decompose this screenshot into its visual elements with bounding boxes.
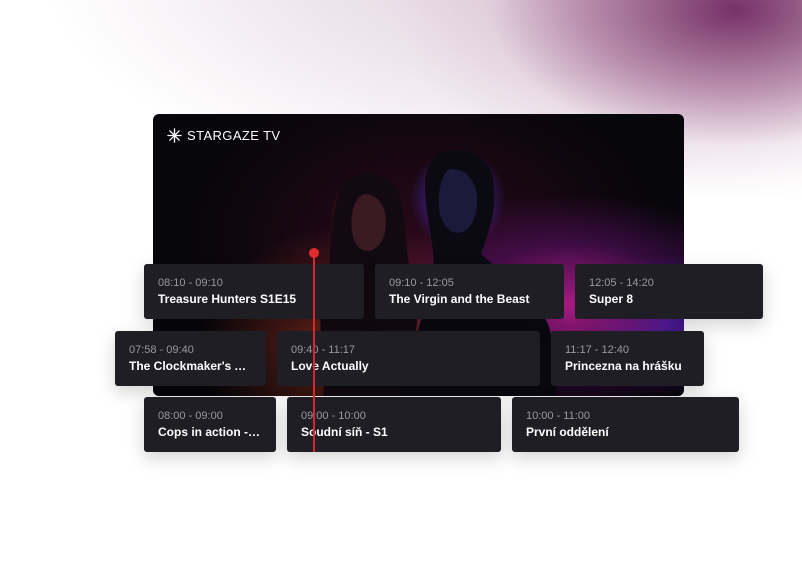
program-card[interactable]: 11:17 - 12:40 Princezna na hrášku bbox=[551, 331, 704, 386]
program-time: 11:17 - 12:40 bbox=[565, 344, 630, 356]
program-title: Cops in action - S1 bbox=[158, 425, 262, 439]
program-title: Love Actually bbox=[291, 359, 369, 373]
program-card[interactable]: 08:10 - 09:10 Treasure Hunters S1E15 bbox=[144, 264, 364, 319]
program-title: Super 8 bbox=[589, 292, 634, 306]
current-time-marker[interactable] bbox=[309, 248, 319, 258]
program-card[interactable]: 09:00 - 10:00 Soudní síň - S1 bbox=[287, 397, 501, 452]
program-title: Treasure Hunters S1E15 bbox=[158, 292, 297, 306]
brand-logo: STARGAZE TV bbox=[167, 128, 281, 143]
program-time: 09:40 - 11:17 bbox=[291, 344, 356, 356]
program-time: 08:10 - 09:10 bbox=[158, 277, 223, 289]
program-card[interactable]: 09:40 - 11:17 Love Actually bbox=[277, 331, 540, 386]
program-time: 09:00 - 10:00 bbox=[301, 410, 366, 422]
program-time: 07:58 - 09:40 bbox=[129, 344, 194, 356]
program-time: 12:05 - 14:20 bbox=[589, 277, 654, 289]
program-time: 09:10 - 12:05 bbox=[389, 277, 454, 289]
program-title: První oddělení bbox=[526, 425, 609, 439]
program-card[interactable]: 10:00 - 11:00 První oddělení bbox=[512, 397, 739, 452]
current-time-line bbox=[313, 254, 315, 452]
program-title: Soudní síň - S1 bbox=[301, 425, 388, 439]
program-card[interactable]: 07:58 - 09:40 The Clockmaker's Ap... bbox=[115, 331, 266, 386]
program-title: The Virgin and the Beast bbox=[389, 292, 530, 306]
star-burst-icon bbox=[167, 128, 182, 143]
program-card[interactable]: 12:05 - 14:20 Super 8 bbox=[575, 264, 763, 319]
program-card[interactable]: 09:10 - 12:05 The Virgin and the Beast bbox=[375, 264, 564, 319]
program-title: The Clockmaker's Ap... bbox=[129, 359, 252, 373]
program-time: 10:00 - 11:00 bbox=[526, 410, 591, 422]
program-time: 08:00 - 09:00 bbox=[158, 410, 223, 422]
program-card[interactable]: 08:00 - 09:00 Cops in action - S1 bbox=[144, 397, 276, 452]
program-title: Princezna na hrášku bbox=[565, 359, 682, 373]
brand-name: STARGAZE TV bbox=[187, 128, 281, 143]
